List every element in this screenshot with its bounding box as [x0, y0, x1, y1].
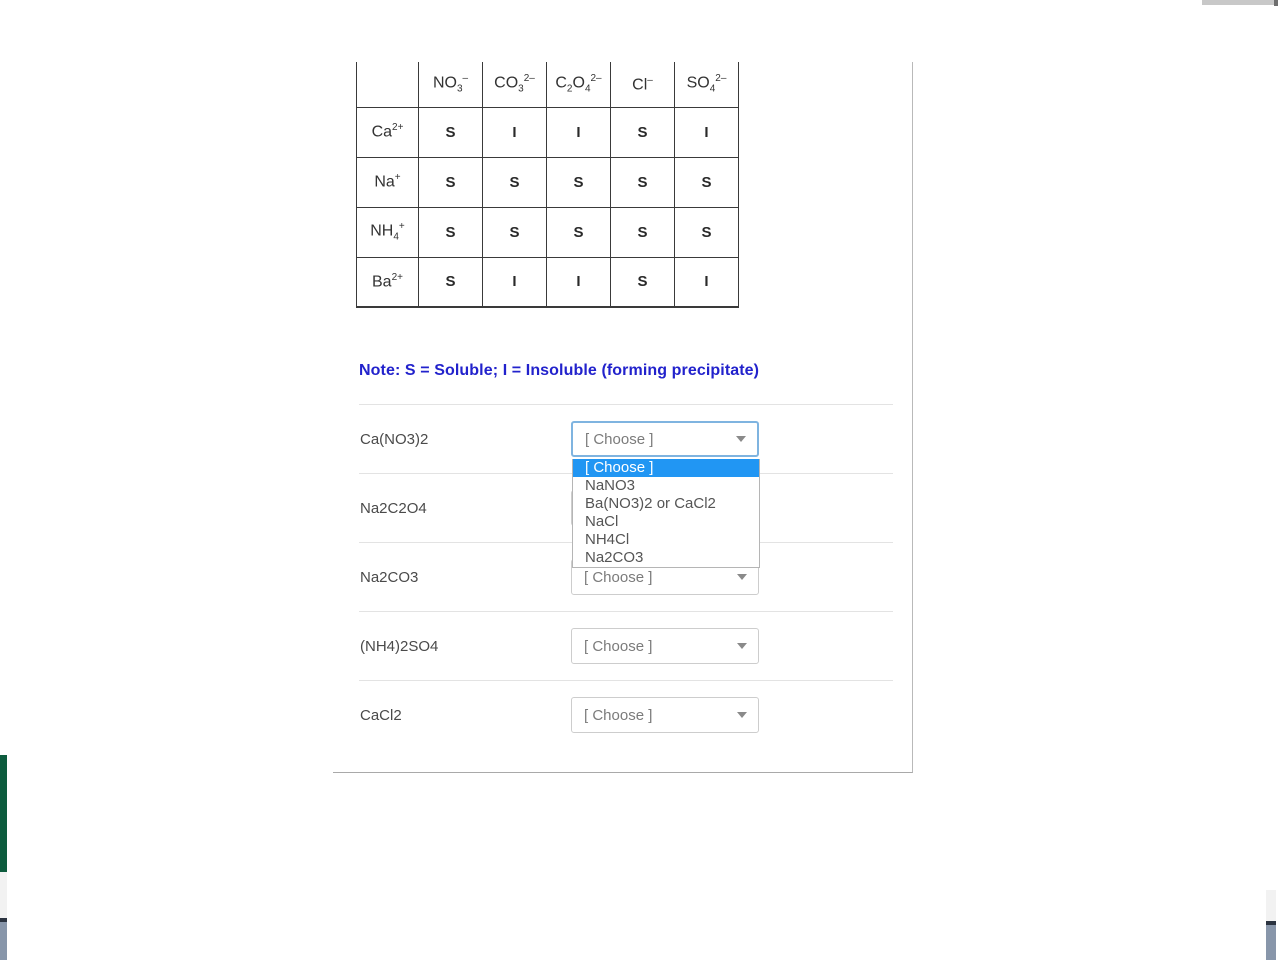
cell-ba-so4: I — [674, 257, 739, 308]
cell-na-c2o4: S — [546, 157, 611, 208]
cell-ca-cl: S — [610, 107, 675, 158]
column-header-sulfate: SO42– — [674, 62, 739, 108]
answer-select-1[interactable]: [ Choose ] — [571, 421, 759, 457]
question-row-4: (NH4)2SO4 [ Choose ] — [359, 611, 893, 680]
cell-ca-c2o4: I — [546, 107, 611, 158]
browser-top-bar-cap — [1274, 0, 1278, 6]
table-row: Na+ S S S S S — [356, 157, 739, 208]
table-row: NH4+ S S S S S — [356, 207, 739, 258]
cell-nh4-cl: S — [610, 207, 675, 258]
table-row: Ba2+ S I I S I — [356, 257, 739, 308]
browser-viewport: NO3– CO32– C2O42– Cl– SO42– Ca2+ S I I S… — [0, 0, 1280, 960]
row-header-calcium: Ca2+ — [356, 107, 419, 158]
row-header-ammonium: NH4+ — [356, 207, 419, 258]
question-row-5: CaCl2 [ Choose ] — [359, 680, 893, 749]
cell-ca-co3: I — [482, 107, 547, 158]
cell-nh4-so4: S — [674, 207, 739, 258]
chevron-down-icon — [737, 712, 747, 718]
row-header-sodium: Na+ — [356, 157, 419, 208]
dropdown-option-bano32-or-cacl2[interactable]: Ba(NO3)2 or CaCl2 — [573, 495, 759, 513]
browser-top-bar — [1202, 0, 1274, 5]
select-value-5: [ Choose ] — [584, 706, 653, 724]
table-header-row: NO3– CO32– C2O42– Cl– SO42– — [356, 62, 739, 108]
select-wrapper-5: [ Choose ] — [571, 697, 759, 733]
compound-label-1: Ca(NO3)2 — [360, 430, 429, 448]
select-value-4: [ Choose ] — [584, 637, 653, 655]
chevron-down-icon — [737, 574, 747, 580]
select-value-3: [ Choose ] — [584, 568, 653, 586]
question-rows: Ca(NO3)2 [ Choose ] Na2C2O4 [ Choose ] N… — [359, 404, 893, 749]
left-edge-light-strip — [0, 872, 7, 920]
cell-na-so4: S — [674, 157, 739, 208]
solubility-table: NO3– CO32– C2O42– Cl– SO42– Ca2+ S I I S… — [356, 62, 739, 308]
cell-na-co3: S — [482, 157, 547, 208]
cell-na-cl: S — [610, 157, 675, 208]
cell-ba-co3: I — [482, 257, 547, 308]
chevron-down-icon — [737, 643, 747, 649]
dropdown-option-nh4cl[interactable]: NH4Cl — [573, 531, 759, 549]
cell-ca-no3: S — [418, 107, 483, 158]
row-header-barium: Ba2+ — [356, 257, 419, 308]
select-wrapper-4: [ Choose ] — [571, 628, 759, 664]
select-value-1: [ Choose ] — [585, 430, 654, 448]
column-header-oxalate: C2O42– — [546, 62, 611, 108]
compound-label-3: Na2CO3 — [360, 568, 419, 586]
dropdown-option-nano3[interactable]: NaNO3 — [573, 477, 759, 495]
right-scrollbar-track[interactable] — [1266, 890, 1276, 921]
left-scrollbar-thumb[interactable] — [0, 922, 7, 960]
cell-ba-cl: S — [610, 257, 675, 308]
chevron-down-icon — [736, 436, 746, 442]
dropdown-options-list[interactable]: [ Choose ] NaNO3 Ba(NO3)2 or CaCl2 NaCl … — [572, 459, 760, 568]
dropdown-option-choose[interactable]: [ Choose ] — [573, 459, 759, 477]
compound-label-5: CaCl2 — [360, 706, 402, 724]
table-body: Ca2+ S I I S I Na+ S S S S S NH4+ S S S … — [356, 107, 739, 308]
answer-select-4[interactable]: [ Choose ] — [571, 628, 759, 664]
right-scrollbar-thumb[interactable] — [1266, 925, 1276, 960]
column-header-nitrate: NO3– — [418, 62, 483, 108]
cell-nh4-no3: S — [418, 207, 483, 258]
cell-ba-c2o4: I — [546, 257, 611, 308]
cell-na-no3: S — [418, 157, 483, 208]
select-wrapper-1: [ Choose ] — [571, 421, 759, 457]
compound-label-4: (NH4)2SO4 — [360, 637, 439, 655]
cell-ba-no3: S — [418, 257, 483, 308]
compound-label-2: Na2C2O4 — [360, 499, 427, 517]
column-header-carbonate: CO32– — [482, 62, 547, 108]
dropdown-option-na2co3[interactable]: Na2CO3 — [573, 549, 759, 567]
table-header: NO3– CO32– C2O42– Cl– SO42– — [356, 62, 739, 108]
cell-ca-so4: I — [674, 107, 739, 158]
table-row: Ca2+ S I I S I — [356, 107, 739, 158]
cell-nh4-co3: S — [482, 207, 547, 258]
dropdown-option-nacl[interactable]: NaCl — [573, 513, 759, 531]
table-corner-cell — [356, 62, 419, 108]
solubility-legend-note: Note: S = Soluble; I = Insoluble (formin… — [359, 362, 760, 379]
cell-nh4-c2o4: S — [546, 207, 611, 258]
answer-select-5[interactable]: [ Choose ] — [571, 697, 759, 733]
column-header-chloride: Cl– — [610, 62, 675, 108]
left-edge-green-strip — [0, 755, 7, 872]
